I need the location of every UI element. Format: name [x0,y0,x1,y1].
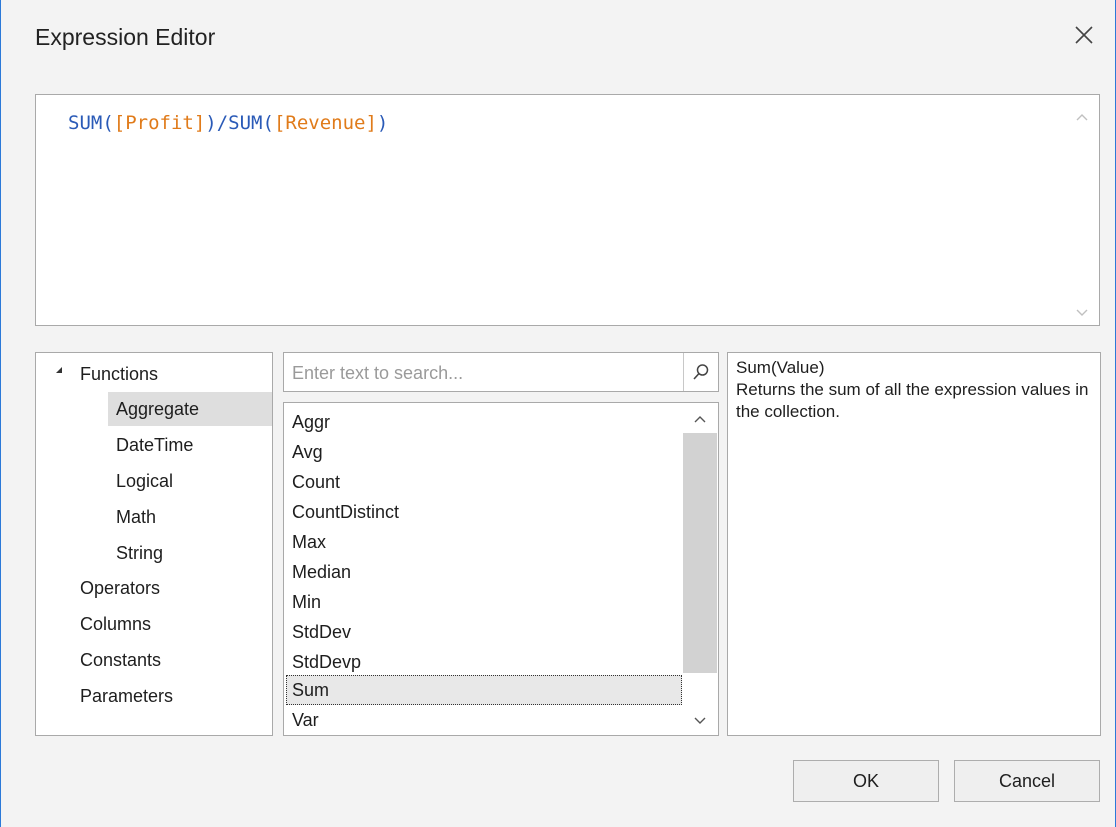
function-signature: Sum(Value) [736,358,825,377]
tree-item-logical[interactable]: Logical [108,464,272,498]
ok-button[interactable]: OK [793,760,939,802]
token-function: SUM( [68,112,114,134]
token-field: [Profit] [113,112,206,134]
scroll-up-icon[interactable] [693,413,707,427]
list-item-stddev[interactable]: StdDev [286,617,682,647]
list-item-sum[interactable]: Sum [286,675,682,705]
scrollbar-thumb[interactable] [683,433,717,673]
tree-item-functions[interactable]: Functions [80,357,158,391]
scroll-down-icon[interactable] [693,713,707,727]
list-item-stddevp[interactable]: StdDevp [286,647,682,677]
list-item-var[interactable]: Var [286,705,682,735]
list-item-median[interactable]: Median [286,557,682,587]
close-button[interactable] [1069,20,1099,50]
list-item-max[interactable]: Max [286,527,682,557]
tree-item-constants[interactable]: Constants [80,643,161,677]
tree-item-math[interactable]: Math [108,500,272,534]
search-input[interactable] [290,357,684,389]
expression-editor-dialog: Expression Editor SUM([Profit])/SUM([Rev… [0,0,1116,827]
description-panel: Sum(Value) Returns the sum of all the ex… [727,352,1101,736]
tree-item-datetime[interactable]: DateTime [108,428,272,462]
list-item-count[interactable]: Count [286,467,682,497]
function-description: Returns the sum of all the expression va… [736,380,1089,421]
list-item-avg[interactable]: Avg [286,437,682,467]
search-box [283,352,719,392]
title-bar: Expression Editor [1,0,1115,82]
cancel-button[interactable]: Cancel [954,760,1100,802]
tree-item-parameters[interactable]: Parameters [80,679,173,713]
function-list-scrollbar[interactable] [682,403,718,735]
list-item-aggr[interactable]: Aggr [286,407,682,437]
search-icon [693,364,709,380]
list-item-countdistinct[interactable]: CountDistinct [286,497,682,527]
tree-item-aggregate[interactable]: Aggregate [108,392,272,426]
tree-item-operators[interactable]: Operators [80,571,160,605]
close-icon [1075,26,1093,44]
token-field: [Revenue] [273,112,377,134]
collapse-arrow-icon[interactable] [56,367,62,373]
tree-item-string[interactable]: String [108,536,272,570]
expression-code[interactable]: SUM([Profit])/SUM([Revenue]) [68,112,388,134]
dialog-title: Expression Editor [35,24,216,50]
category-tree: Functions Aggregate DateTime Logical Mat… [35,352,273,736]
scroll-down-icon[interactable] [1075,305,1089,319]
search-button[interactable] [683,353,718,391]
function-list: Aggr Avg Count CountDistinct Max Median … [283,402,719,736]
scroll-up-icon[interactable] [1075,111,1089,125]
tree-item-columns[interactable]: Columns [80,607,151,641]
expression-text-area[interactable]: SUM([Profit])/SUM([Revenue]) [35,94,1100,326]
token-function: SUM( [228,112,274,134]
token-close: ) [376,112,389,134]
token-operator: )/ [205,112,229,134]
list-item-min[interactable]: Min [286,587,682,617]
